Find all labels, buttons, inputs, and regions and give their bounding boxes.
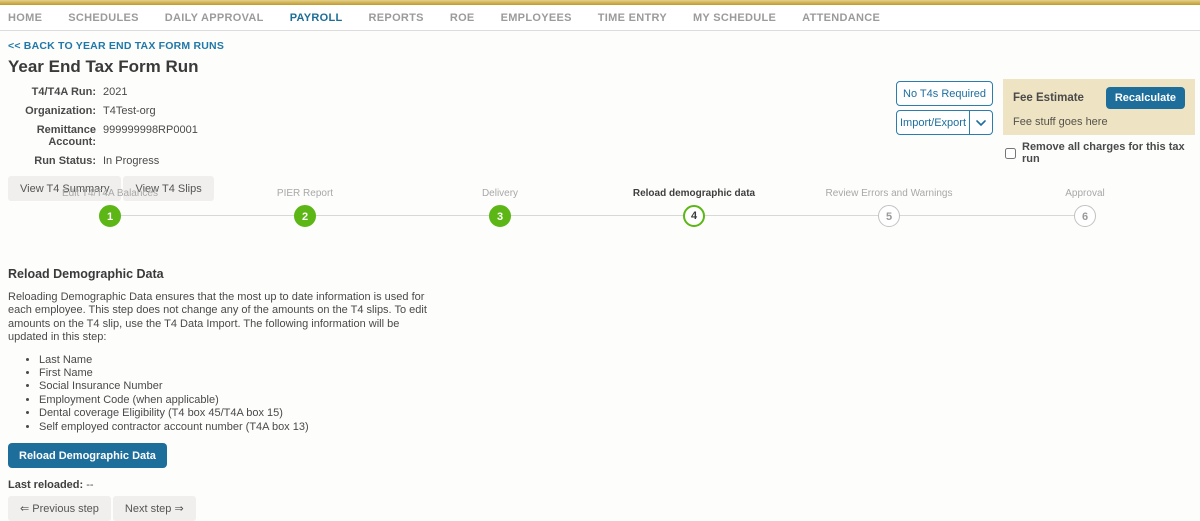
list-item: First Name xyxy=(39,367,1192,380)
main-nav: HOME SCHEDULES DAILY APPROVAL PAYROLL RE… xyxy=(0,5,1200,31)
remove-charges-label[interactable]: Remove all charges for this tax run xyxy=(1022,141,1200,165)
nav-item-home[interactable]: HOME xyxy=(8,12,42,24)
step-pier-report: PIER Report 2 xyxy=(215,188,395,227)
list-item: Self employed contractor account number … xyxy=(39,421,1192,434)
next-step-button[interactable]: Next step ⇒ xyxy=(113,496,196,521)
step-delivery: Delivery 3 xyxy=(410,188,590,227)
remove-charges-row: Remove all charges for this tax run xyxy=(1005,141,1200,165)
info-value: 999999998RP0001 xyxy=(103,124,198,148)
reload-demographic-data-button[interactable]: Reload Demographic Data xyxy=(8,443,167,468)
nav-item-payroll[interactable]: PAYROLL xyxy=(290,12,343,24)
recalculate-button[interactable]: Recalculate xyxy=(1106,87,1185,109)
chevron-down-icon[interactable] xyxy=(969,111,992,134)
run-status-value: In Progress xyxy=(103,155,159,167)
info-label: T4/T4A Run: xyxy=(8,86,96,98)
section-heading: Reload Demographic Data xyxy=(8,267,1192,281)
step-label: Reload demographic data xyxy=(604,188,784,200)
fee-estimate-panel: Fee Estimate Recalculate Fee stuff goes … xyxy=(1003,79,1195,135)
step-label: PIER Report xyxy=(215,188,395,200)
step-circle-2[interactable]: 2 xyxy=(294,205,316,227)
back-to-runs-link[interactable]: << BACK TO YEAR END TAX FORM RUNS xyxy=(8,40,224,52)
remove-charges-checkbox[interactable] xyxy=(1005,148,1016,159)
nav-item-roe[interactable]: ROE xyxy=(450,12,475,24)
nav-item-schedules[interactable]: SCHEDULES xyxy=(68,12,139,24)
last-reloaded-value: -- xyxy=(86,479,93,491)
step-review-errors: Review Errors and Warnings 5 xyxy=(799,188,979,227)
info-label: Remittance Account: xyxy=(8,124,96,148)
step-edit-balances: Edit T4/T4A Balances 1 xyxy=(20,188,200,227)
step-circle-1[interactable]: 1 xyxy=(99,205,121,227)
info-label: Organization: xyxy=(8,105,96,117)
nav-item-time-entry[interactable]: TIME ENTRY xyxy=(598,12,667,24)
list-item: Dental coverage Eligibility (T4 box 45/T… xyxy=(39,407,1192,420)
import-export-label[interactable]: Import/Export xyxy=(897,111,969,134)
fee-estimate-text: Fee stuff goes here xyxy=(1013,116,1185,128)
step-label: Edit T4/T4A Balances xyxy=(20,188,200,200)
step-circle-6[interactable]: 6 xyxy=(1074,205,1096,227)
step-circle-3[interactable]: 3 xyxy=(489,205,511,227)
info-value: 2021 xyxy=(103,86,127,98)
nav-item-daily-approval[interactable]: DAILY APPROVAL xyxy=(165,12,264,24)
list-item: Employment Code (when applicable) xyxy=(39,394,1192,407)
no-t4s-required-button[interactable]: No T4s Required xyxy=(896,81,993,106)
reload-demographic-section: Reload Demographic Data Reloading Demogr… xyxy=(0,267,1200,521)
section-description: Reloading Demographic Data ensures that … xyxy=(8,291,428,345)
updated-fields-list: Last Name First Name Social Insurance Nu… xyxy=(8,354,1192,434)
step-circle-5[interactable]: 5 xyxy=(878,205,900,227)
nav-item-reports[interactable]: REPORTS xyxy=(369,12,424,24)
list-item: Social Insurance Number xyxy=(39,380,1192,393)
step-navigation: ⇐ Previous step Next step ⇒ xyxy=(8,496,1192,521)
step-label: Review Errors and Warnings xyxy=(799,188,979,200)
step-label: Delivery xyxy=(410,188,590,200)
nav-item-employees[interactable]: EMPLOYEES xyxy=(501,12,572,24)
step-approval: Approval 6 xyxy=(995,188,1175,227)
workflow-stepper: Edit T4/T4A Balances 1 PIER Report 2 Del… xyxy=(0,188,1200,232)
page-title: Year End Tax Form Run xyxy=(8,57,1192,77)
last-reloaded-label: Last reloaded: xyxy=(8,479,83,491)
import-export-dropdown[interactable]: Import/Export xyxy=(896,110,993,135)
info-label: Run Status: xyxy=(8,155,96,167)
last-reloaded: Last reloaded: -- xyxy=(8,479,1192,491)
info-value: T4Test-org xyxy=(103,105,156,117)
step-label: Approval xyxy=(995,188,1175,200)
previous-step-button[interactable]: ⇐ Previous step xyxy=(8,496,111,521)
list-item: Last Name xyxy=(39,354,1192,367)
step-reload-demographic-data: Reload demographic data 4 xyxy=(604,188,784,227)
fee-estimate-title: Fee Estimate xyxy=(1013,92,1084,104)
nav-item-my-schedule[interactable]: MY SCHEDULE xyxy=(693,12,776,24)
nav-item-attendance[interactable]: ATTENDANCE xyxy=(802,12,880,24)
step-circle-4[interactable]: 4 xyxy=(683,205,705,227)
